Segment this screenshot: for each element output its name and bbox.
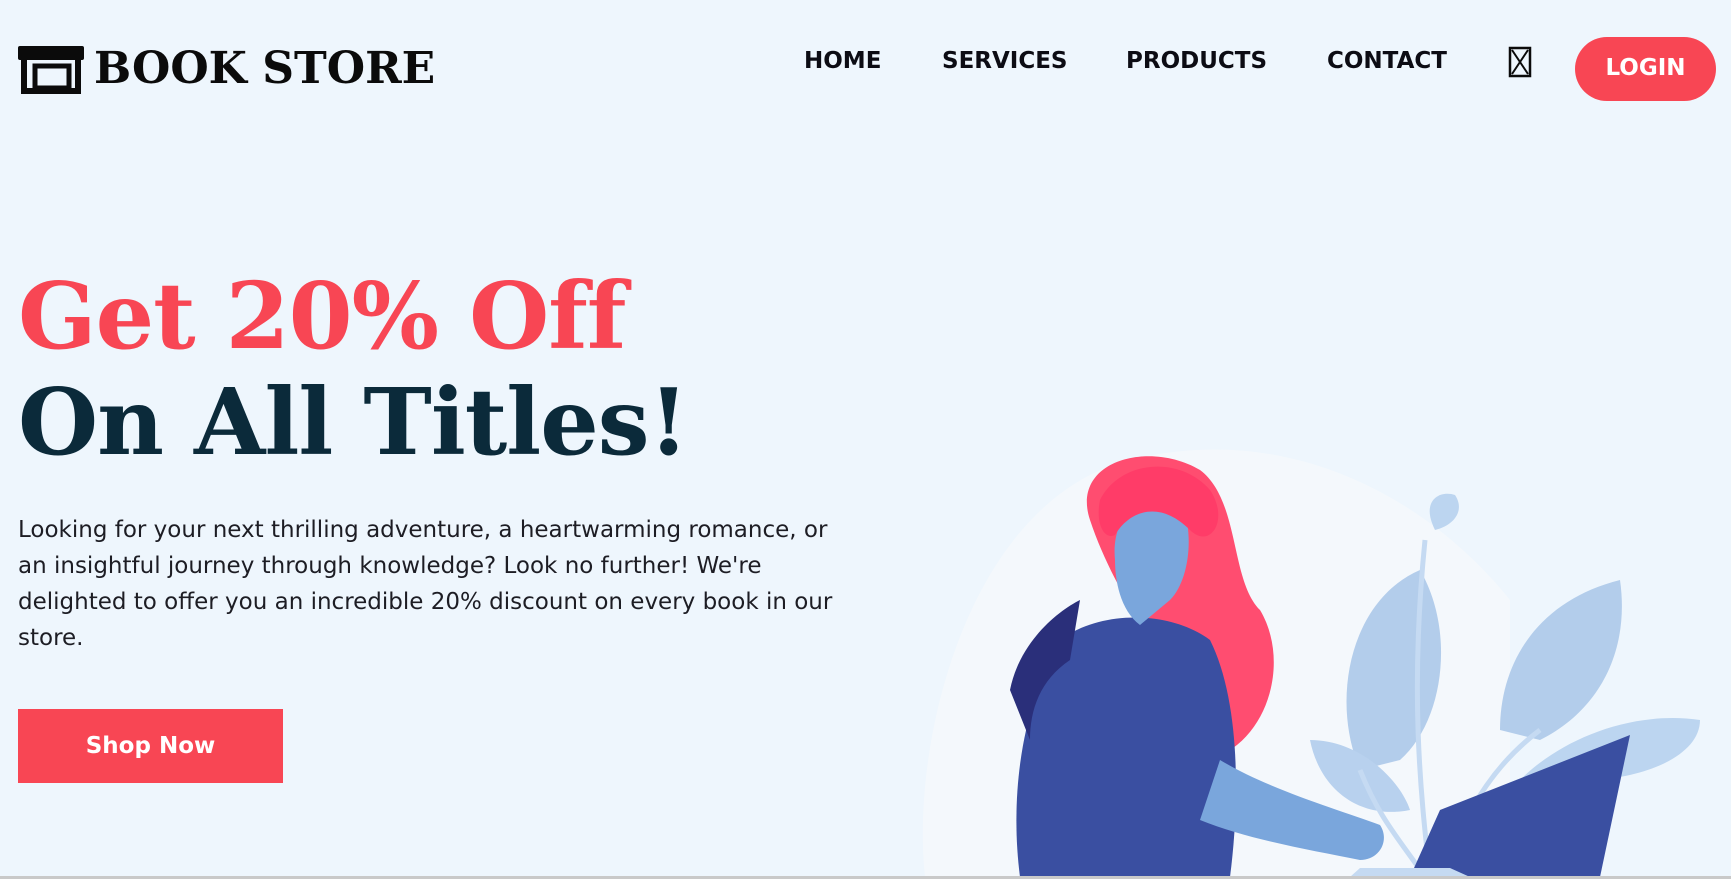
nav-contact[interactable]: CONTACT xyxy=(1327,46,1447,76)
storefront-icon xyxy=(18,46,84,94)
login-button[interactable]: LOGIN xyxy=(1575,37,1716,101)
woman-reading-laptop-illustration xyxy=(922,449,1700,877)
hero-headline-offer: Get 20% Off xyxy=(18,262,626,370)
nav-services[interactable]: SERVICES xyxy=(942,46,1068,76)
hero-headline-titles: On All Titles! xyxy=(18,368,689,476)
nav-home[interactable]: HOME xyxy=(804,46,881,76)
logo[interactable]: BOOK STORE xyxy=(18,44,435,94)
hero-description: Looking for your next thrilling adventur… xyxy=(18,517,833,651)
nav-products[interactable]: PRODUCTS xyxy=(1126,46,1267,76)
cart-icon[interactable] xyxy=(1508,46,1532,78)
shop-now-button[interactable]: Shop Now xyxy=(18,709,283,783)
logo-text: BOOK STORE xyxy=(94,43,436,94)
